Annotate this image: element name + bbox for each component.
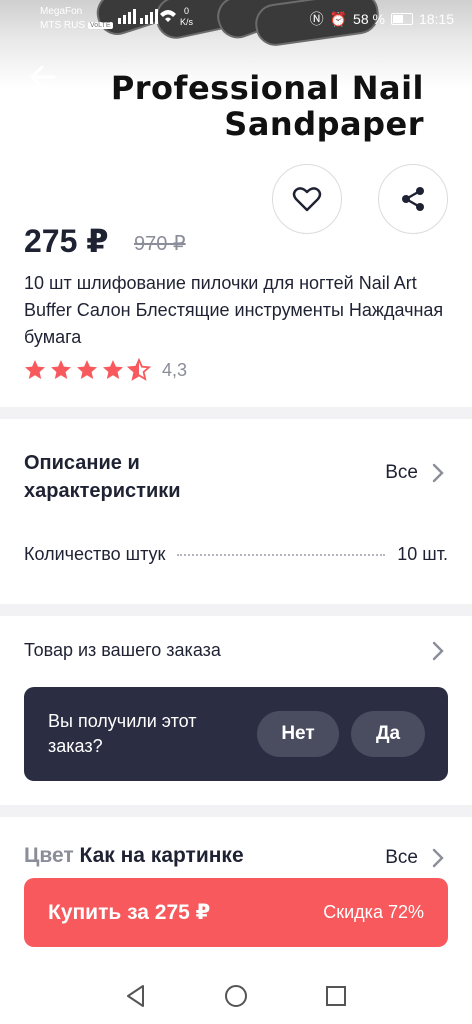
back-arrow-icon[interactable] [28,62,58,92]
section-divider [0,805,472,817]
spec-row: Количество штук 10 шт. [24,544,448,565]
nav-recents-icon[interactable] [322,982,350,1010]
order-received-question: Вы получили этот заказ? [48,711,197,756]
battery-percent: 58 % [353,11,385,27]
color-all-link[interactable]: Все [385,847,444,869]
buy-label: Купить за 275 ₽ [48,901,211,924]
spec-value: 10 шт. [397,544,448,564]
alarm-icon: ⏰ [329,10,348,27]
old-price: 970 ₽ [134,233,186,255]
section-divider [0,604,472,616]
volte-badge: VoLTE [88,22,113,29]
rating-stars-icon [25,359,150,380]
carrier-1: MegaFon [40,6,83,17]
status-bar: MegaFon MTS RUS VoLTE 0 K/s Ⓝ ⏰ 58 % 18:15 [0,0,472,38]
color-label: Цвет [24,844,74,867]
description-title: Описание и характеристики [24,452,181,502]
system-nav-bar [0,968,472,1024]
share-button[interactable] [378,164,448,234]
nfc-icon: Ⓝ [309,11,324,27]
rating-value: 4,3 [162,359,188,380]
order-item-row[interactable]: Товар из вашего заказа [24,640,448,661]
nav-home-icon[interactable] [222,982,250,1010]
description-all-link[interactable]: Все [385,462,444,484]
chevron-right-icon [432,641,444,660]
order-received-card: Вы получили этот заказ? Нет Да [24,687,448,781]
discount-label: Скидка 72% [323,902,424,922]
color-value: Как на картинке [79,844,244,867]
product-title: 10 шт шлифование пилочки для ногтей Nail… [24,273,444,347]
yes-button[interactable]: Да [351,711,425,757]
clock: 18:15 [418,11,454,27]
chevron-right-icon [432,463,444,483]
caption-line-2: Sandpaper [224,105,424,143]
no-button[interactable]: Нет [257,711,339,757]
favorite-button[interactable] [272,164,342,234]
color-all-label: Все [385,847,418,868]
nav-back-icon[interactable] [122,982,150,1010]
description-all-label: Все [385,462,418,483]
dotted-leader [177,554,386,556]
spec-name: Количество штук [24,544,166,564]
caption-line-1: Professional Nail [110,69,424,107]
share-icon [402,187,424,211]
battery-icon [390,13,413,25]
current-price: 275 ₽ [24,223,109,259]
carrier-2: MTS RUS VoLTE [40,20,113,31]
section-divider [0,407,472,419]
status-right: Ⓝ ⏰ 58 % 18:15 [310,9,454,29]
rating[interactable]: 4,3 [24,358,187,382]
heart-icon [292,187,322,212]
order-item-label: Товар из вашего заказа [24,640,221,660]
network-speed: 0 K/s [180,6,194,27]
product-image-caption: Professional Nail Sandpaper [111,70,424,142]
chevron-right-icon [432,848,444,868]
buy-button[interactable]: Купить за 275 ₽ Скидка 72% [24,878,448,947]
color-row[interactable]: Цвет Как на картинке [24,844,244,868]
